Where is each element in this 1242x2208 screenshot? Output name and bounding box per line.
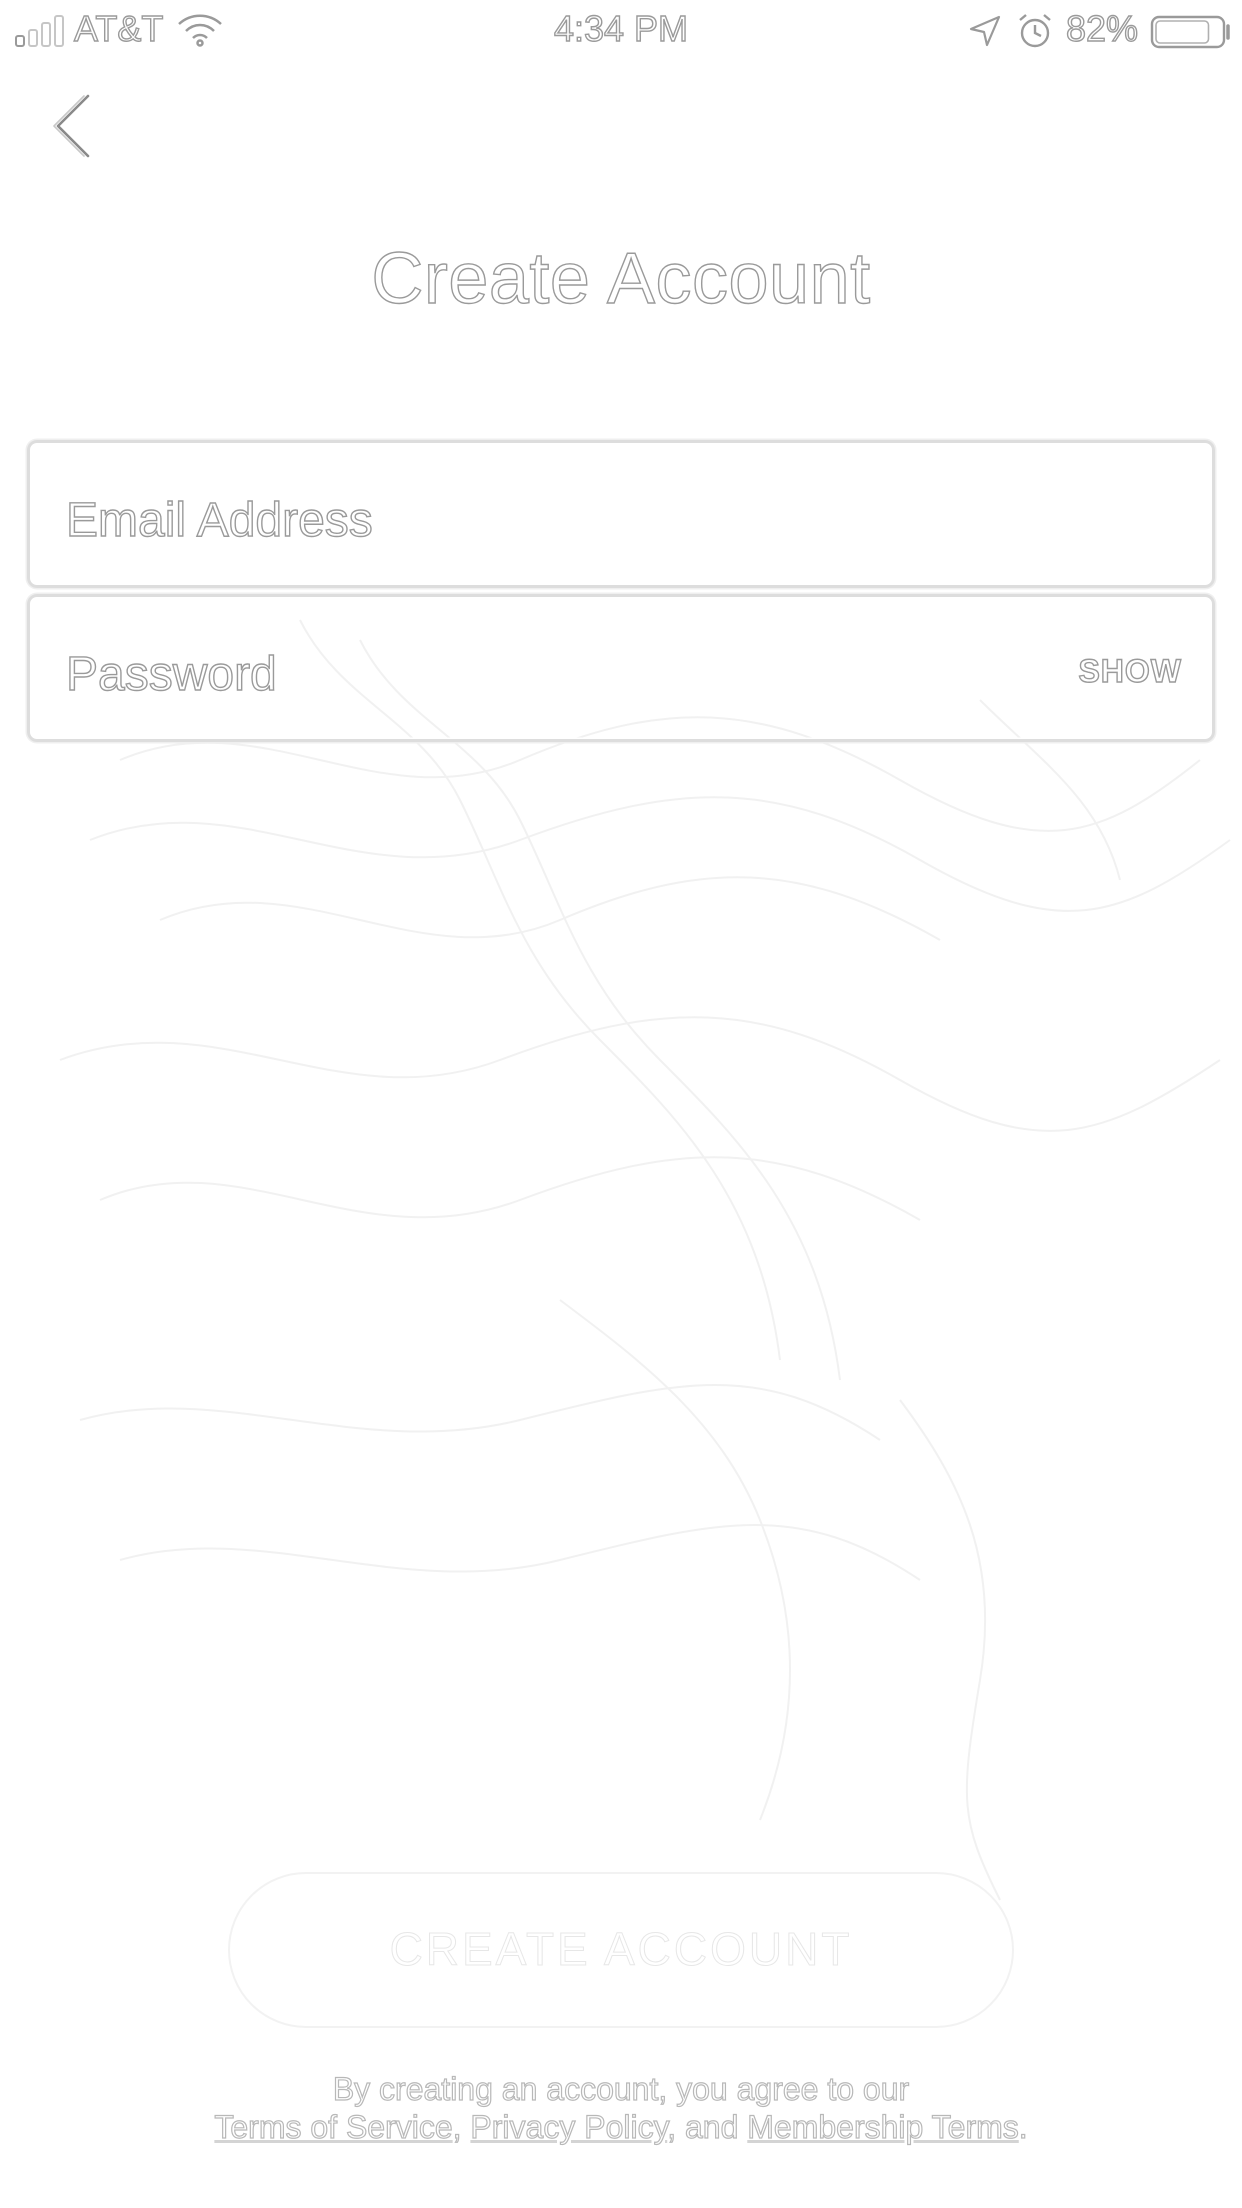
page-title: Create Account [371,238,871,319]
legal-period: . [1018,2108,1028,2145]
legal-notice: By creating an account, you agree to our… [0,2070,1242,2146]
email-placeholder: Email Address [65,493,373,547]
chevron-left-icon [53,94,90,158]
password-placeholder: Password [65,647,277,701]
location-icon [969,15,1001,47]
alarm-icon [1019,14,1051,48]
create-account-button[interactable]: CREATE ACCOUNT [228,1872,1014,2028]
email-field[interactable]: Email Address [27,440,1215,588]
privacy-policy-link[interactable]: Privacy Policy [470,2108,668,2145]
back-button[interactable] [42,88,112,168]
show-password-toggle[interactable]: SHOW [1078,652,1182,690]
legal-line-1: By creating an account, you agree to our [332,2070,910,2107]
battery-percent: 82% [1065,7,1139,49]
legal-separator-2: , and [667,2108,748,2145]
battery-icon [1150,15,1230,49]
password-field[interactable]: Password SHOW [27,594,1215,742]
status-bar: AT&T 4:34 PM 82% [0,0,1242,60]
membership-terms-link[interactable]: Membership Terms [747,2108,1020,2145]
clock-time: 4:34 PM [553,7,689,49]
legal-line-2: Terms of Service, Privacy Policy, and Me… [0,2108,1242,2146]
legal-separator-1: , [452,2108,471,2145]
terms-of-service-link[interactable]: Terms of Service [214,2108,453,2145]
create-account-label: CREATE ACCOUNT [389,1923,853,1976]
